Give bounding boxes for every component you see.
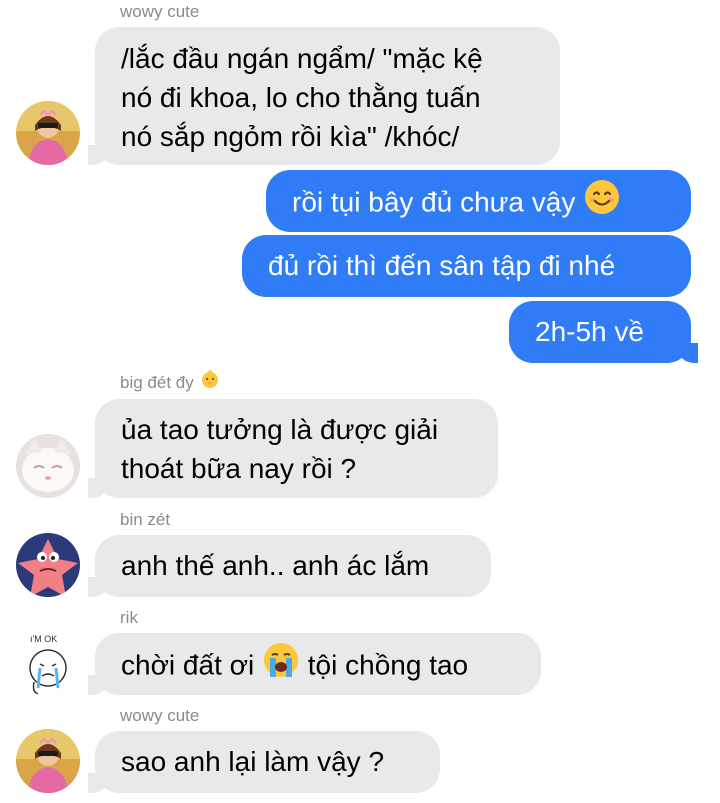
sender-name: big đét đy: [120, 370, 220, 394]
sender-name: wowy cute: [120, 706, 200, 725]
message-text: sao anh lại làm vậy ?: [121, 746, 385, 777]
avatar-image-starfish: [16, 533, 80, 597]
sender-name: bin zét: [120, 510, 171, 529]
bubble-tail: [678, 343, 708, 363]
incoming-message-bubble[interactable]: sao anh lại làm vậy ?: [78, 731, 440, 793]
avatar-wowy-cute[interactable]: [16, 101, 80, 165]
sender-name: rik: [120, 608, 138, 627]
message-text: 2h-5h về: [535, 316, 644, 347]
smiling-face-emoji-icon: [583, 178, 621, 226]
outgoing-message-bubble[interactable]: 2h-5h về: [509, 301, 708, 363]
avatar-image-im-ok-meme: I'M OK: [16, 632, 80, 696]
avatar-caption: I'M OK: [30, 634, 57, 644]
avatar-wowy-cute[interactable]: [16, 729, 80, 793]
avatar-bin-zet[interactable]: [16, 533, 80, 597]
baby-emoji-icon: [200, 369, 220, 394]
avatar-image-girl: [16, 101, 80, 165]
bubble-tail: [78, 145, 108, 165]
message-line: thoát bữa nay rồi ?: [121, 453, 357, 484]
avatar-image-cat: [16, 434, 80, 498]
message-text: chời đất ơi: [121, 649, 255, 681]
message-line: nó đi khoa, lo cho thằng tuấn: [121, 82, 481, 113]
outgoing-message-bubble[interactable]: đủ rồi thì đến sân tập đi nhé: [242, 235, 691, 297]
message-text: anh thế anh.. anh ác lắm: [121, 550, 430, 581]
sender-name-text: big đét đy: [120, 373, 194, 392]
bubble-tail: [78, 478, 108, 498]
avatar-big-det-dy[interactable]: [16, 434, 80, 498]
incoming-message-bubble[interactable]: chời đất ơi tội chồng tao: [78, 633, 541, 695]
outgoing-message-bubble[interactable]: rồi tụi bây đủ chưa vậy: [266, 170, 691, 232]
avatar-image-girl: [16, 729, 80, 793]
bubble-tail: [78, 675, 108, 695]
bubble-tail: [78, 577, 108, 597]
avatar-rik[interactable]: I'M OK: [16, 632, 80, 696]
message-text: rồi tụi bây đủ chưa vậy: [292, 186, 576, 218]
loudly-crying-face-emoji-icon: [262, 641, 300, 689]
incoming-message-bubble[interactable]: ủa tao tưởng là được giải thoát bữa nay …: [78, 399, 498, 498]
message-line: /lắc đầu ngán ngẩm/ "mặc kệ: [121, 43, 483, 74]
incoming-message-bubble[interactable]: /lắc đầu ngán ngẩm/ "mặc kệ nó đi khoa, …: [78, 27, 560, 165]
incoming-message-bubble[interactable]: anh thế anh.. anh ác lắm: [78, 535, 491, 597]
message-text: đủ rồi thì đến sân tập đi nhé: [268, 250, 616, 281]
message-line: nó sắp ngỏm rồi kìa" /khóc/: [121, 121, 460, 152]
message-text: tội chồng tao: [307, 649, 469, 681]
sender-name: wowy cute: [120, 2, 200, 21]
message-line: ủa tao tưởng là được giải: [121, 414, 439, 445]
bubble-tail: [78, 773, 108, 793]
